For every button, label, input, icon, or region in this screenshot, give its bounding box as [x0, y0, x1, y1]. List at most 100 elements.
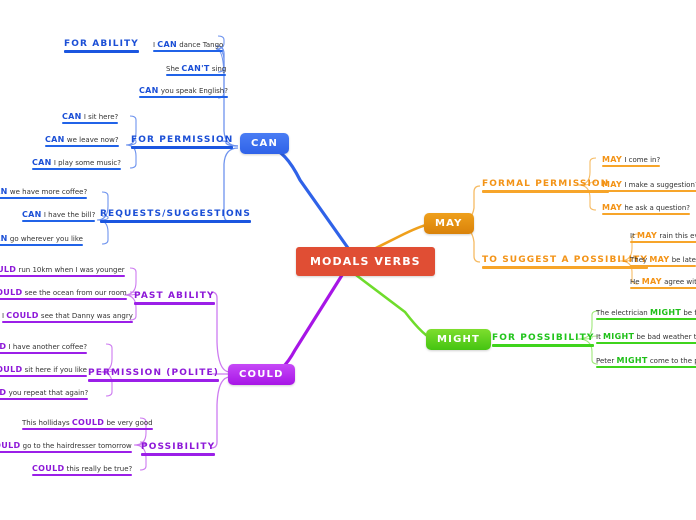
leaf-keyword: CAN	[157, 40, 177, 49]
leaf-text-post: sit here if you like	[22, 366, 87, 374]
leaf-underline	[153, 49, 224, 52]
leaf-text-post: you repeat that again?	[6, 389, 89, 397]
category-label: REQUESTS/SUGGESTIONS	[100, 209, 251, 219]
branch-node-might[interactable]: MIGHT	[426, 329, 492, 350]
leaf-underline	[0, 196, 88, 199]
leaf-underline	[0, 274, 125, 277]
branch-node-can[interactable]: CAN	[240, 133, 290, 154]
leaf-can-ability-3[interactable]: CAN you speak English?	[139, 86, 228, 98]
leaf-can-permission-1[interactable]: CAN I sit here?	[62, 112, 119, 124]
leaf-may-possibility-2[interactable]: They MAY be late	[630, 255, 696, 267]
leaf-text-post: I have the bill?	[41, 211, 96, 219]
leaf-underline	[0, 297, 127, 300]
leaf-underline	[32, 167, 121, 170]
leaf-text-post: we have more coffee?	[7, 188, 88, 196]
leaf-text-post: sing	[209, 65, 227, 73]
leaf-can-permission-3[interactable]: CAN I play some music?	[32, 158, 121, 170]
leaf-keyword: MAY	[641, 277, 662, 286]
leaf-keyword: COULD	[0, 441, 21, 450]
leaf-text-post: I play some music?	[51, 159, 121, 167]
leaf-keyword: CAN	[22, 210, 42, 219]
leaf-may-formal-2[interactable]: MAY I make a suggestion?	[602, 180, 696, 192]
category-for-permission[interactable]: FOR PERMISSION	[131, 135, 234, 149]
category-underline	[141, 453, 216, 456]
leaf-underline	[139, 95, 228, 98]
leaf-keyword: CAN	[0, 187, 8, 196]
leaf-text-post: I sit here?	[81, 113, 119, 121]
leaf-could-past-2[interactable]: COULD see the ocean from our room	[0, 288, 127, 300]
leaf-keyword: CAN	[139, 86, 159, 95]
leaf-may-formal-1[interactable]: MAY I come in?	[602, 155, 661, 167]
leaf-text-pre: This hollidays	[22, 419, 72, 427]
leaf-might-possibility-3[interactable]: Peter MIGHT come to the party	[596, 356, 696, 368]
category-label: POSSIBILITY	[141, 442, 216, 452]
leaf-may-possibility-1[interactable]: It MAY rain this even	[630, 231, 696, 243]
leaf-could-possibility-1[interactable]: This hollidays COULD be very good	[22, 418, 153, 430]
leaf-could-polite-3[interactable]: LD you repeat that again?	[0, 388, 89, 400]
leaf-text-pre: It	[596, 333, 604, 341]
leaf-underline	[602, 212, 690, 215]
leaf-underline	[596, 341, 696, 344]
leaf-can-ability-2[interactable]: She CAN'T sing	[166, 64, 227, 76]
category-underline	[100, 220, 251, 223]
leaf-text-post: come to the party	[649, 357, 696, 365]
leaf-text-post: see the ocean from our room	[22, 289, 127, 297]
category-permission-polite[interactable]: PERMISSION (POLITE)	[88, 368, 219, 382]
leaf-underline	[0, 397, 89, 400]
leaf-can-ability-1[interactable]: I CAN dance Tango	[153, 40, 224, 52]
leaf-may-formal-3[interactable]: MAY he ask a question?	[602, 203, 690, 215]
leaf-text-post: we leave now?	[64, 136, 119, 144]
leaf-text-pre: He	[630, 278, 642, 286]
leaf-keyword: COULD	[0, 288, 23, 297]
leaf-text-post: agree with y	[664, 278, 696, 286]
leaf-could-polite-2[interactable]: COULD sit here if you like	[0, 365, 87, 377]
category-underline	[131, 146, 234, 149]
leaf-text-post: see that Danny was angry	[38, 312, 133, 320]
leaf-can-requests-2[interactable]: CAN I have the bill?	[22, 210, 96, 222]
leaf-text-post: I come in?	[622, 156, 661, 164]
leaf-might-possibility-1[interactable]: The electrician MIGHT be finish	[596, 308, 696, 320]
category-to-suggest-a-possibility[interactable]: TO SUGGEST A POSSIBILITY	[482, 255, 648, 269]
category-underline	[482, 190, 610, 193]
leaf-underline	[602, 164, 661, 167]
category-past-ability[interactable]: PAST ABILITY	[134, 291, 215, 305]
leaf-underline	[0, 374, 87, 377]
leaf-keyword: COULD	[32, 464, 65, 473]
leaf-text-post: go to the hairdresser tomorrow	[20, 442, 132, 450]
leaf-can-requests-1[interactable]: CAN we have more coffee?	[0, 187, 88, 199]
category-label: FOR ABILITY	[64, 39, 139, 49]
leaf-underline	[630, 240, 696, 243]
leaf-could-possibility-3[interactable]: COULD this really be true?	[32, 464, 133, 476]
category-underline	[64, 50, 139, 53]
category-formal-permission[interactable]: FORMAL PERMISSION	[482, 179, 610, 193]
category-for-ability[interactable]: FOR ABILITY	[64, 39, 139, 53]
category-label: PAST ABILITY	[134, 291, 215, 301]
leaf-text-post: I make a suggestion?	[622, 181, 696, 189]
leaf-keyword: CAN	[45, 135, 65, 144]
branch-node-may[interactable]: MAY	[424, 213, 474, 234]
leaf-can-requests-3[interactable]: CAN go wherever you like	[0, 234, 83, 246]
category-label: FOR POSSIBILITY	[492, 333, 595, 343]
leaf-text-post: I have another coffee?	[6, 343, 88, 351]
leaf-underline	[596, 365, 696, 368]
leaf-keyword: COULD	[6, 311, 39, 320]
leaf-can-permission-2[interactable]: CAN we leave now?	[45, 135, 119, 147]
leaf-text-pre: They	[630, 256, 650, 264]
category-possibility[interactable]: POSSIBILITY	[141, 442, 216, 456]
leaf-could-possibility-2[interactable]: COULD go to the hairdresser tomorrow	[0, 441, 132, 453]
category-requests-suggestions[interactable]: REQUESTS/SUGGESTIONS	[100, 209, 251, 223]
leaf-might-possibility-2[interactable]: It MIGHT be bad weather tomo	[596, 332, 696, 344]
leaf-underline	[22, 219, 96, 222]
leaf-text-post: this really be true?	[64, 465, 133, 473]
leaf-may-possibility-3[interactable]: He MAY agree with y	[630, 277, 696, 289]
leaf-text-pre: She	[166, 65, 182, 73]
category-for-possibility[interactable]: FOR POSSIBILITY	[492, 333, 595, 347]
root-node-modals-verbs[interactable]: MODALS VERBS	[296, 247, 435, 276]
leaf-text-post: be bad weather tomo	[636, 333, 696, 341]
leaf-could-polite-1[interactable]: LD I have another coffee?	[0, 342, 88, 354]
branch-node-could[interactable]: COULD	[228, 364, 295, 385]
leaf-text-post: he ask a question?	[622, 204, 690, 212]
leaf-text-post: dance Tango	[176, 41, 224, 49]
leaf-could-past-3[interactable]: I COULD see that Danny was angry	[2, 311, 133, 323]
leaf-could-past-1[interactable]: OULD run 10km when I was younger	[0, 265, 125, 277]
